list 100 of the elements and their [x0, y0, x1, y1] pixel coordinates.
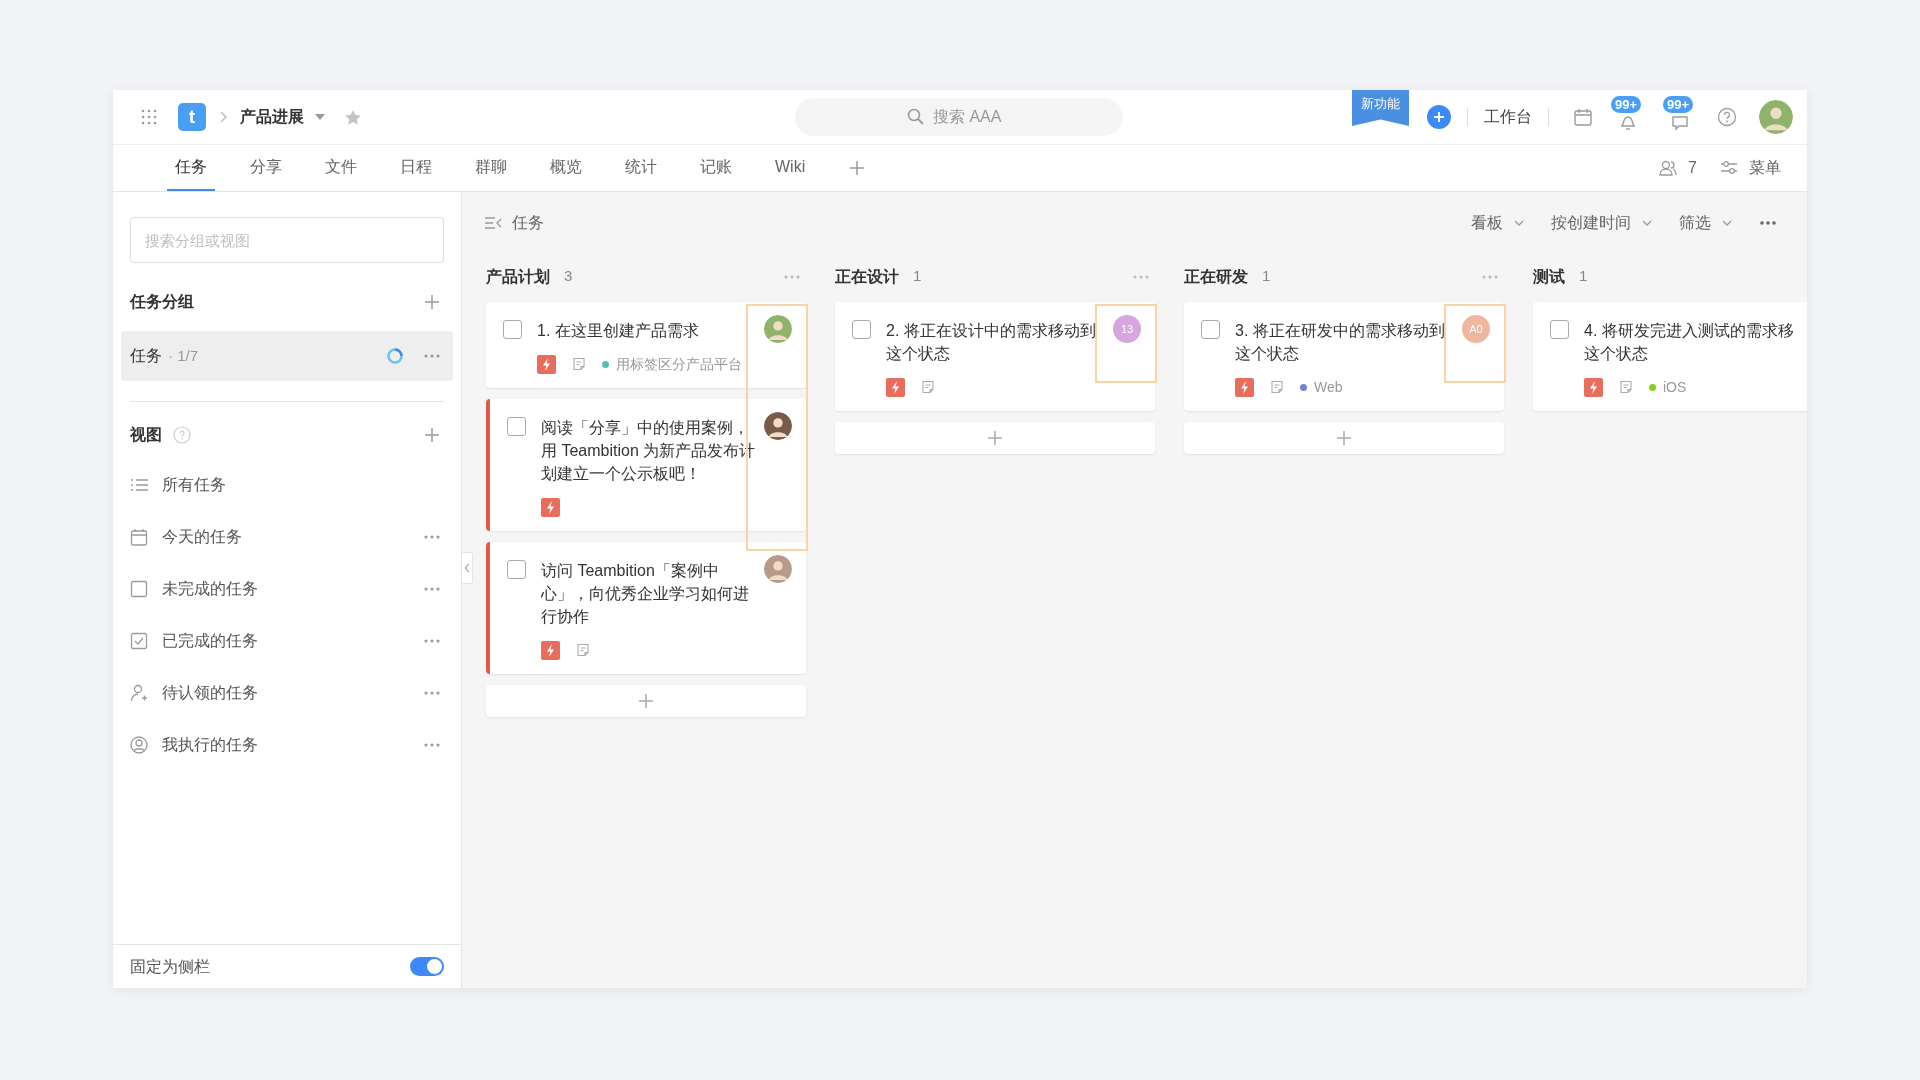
add-icon[interactable] — [423, 426, 441, 444]
dropdown-button[interactable]: 按创建时间 — [1551, 211, 1653, 235]
menu-button[interactable]: 菜单 — [1719, 156, 1781, 180]
project-name[interactable]: 产品进展 — [240, 105, 304, 129]
task-title: 阅读「分享」中的使用案例，用 Teambition 为新产品发布计划建立一个公示板吧！ — [541, 418, 756, 484]
board-title: 任务 — [512, 213, 544, 233]
view-item[interactable]: 我执行的任务 — [162, 733, 258, 757]
tag-label: iOS — [1663, 377, 1687, 397]
checkbox[interactable] — [1550, 320, 1569, 339]
column-count: 1 — [913, 266, 922, 287]
dropdown-button[interactable]: 看板 — [1471, 211, 1525, 235]
collapse-sidebar-icon[interactable] — [484, 214, 502, 232]
workbench-link[interactable]: 工作台 — [1484, 105, 1532, 129]
members-button[interactable]: 7 — [1658, 156, 1697, 180]
note-icon — [921, 380, 935, 394]
column-title: 产品计划 — [486, 266, 550, 287]
column-title: 测试 — [1533, 266, 1565, 287]
search-icon — [907, 108, 925, 126]
group-item[interactable]: 任务 · 1/7 — [121, 331, 453, 381]
task-card[interactable]: 4. 将研发完进入测试的需求移这个状态 iOS — [1533, 302, 1807, 411]
tag-label: 用标签区分产品平台 — [616, 354, 742, 374]
section-title: 视图 — [130, 425, 162, 445]
dropdown-button[interactable]: 筛选 — [1679, 211, 1733, 235]
members-icon — [1658, 158, 1679, 178]
toggle-switch[interactable] — [410, 957, 444, 976]
task-title: 访问 Teambition「案例中心」，向优秀企业学习如何进行协作 — [541, 561, 750, 627]
tab[interactable]: 记账 — [692, 145, 740, 191]
column-count: 1 — [1262, 266, 1271, 287]
progress-ring-icon — [386, 347, 404, 365]
priority-icon — [541, 497, 560, 517]
add-icon — [637, 692, 655, 710]
task-title: 2. 将正在设计中的需求移动到这个状态 — [886, 321, 1097, 364]
task-title: 3. 将正在研发中的需求移动到这个状态 — [1235, 321, 1446, 364]
tab[interactable]: Wiki — [767, 145, 814, 191]
tab[interactable]: 任务 — [167, 145, 215, 191]
star-icon[interactable] — [344, 108, 362, 126]
priority-icon — [537, 354, 556, 374]
task-card[interactable]: 阅读「分享」中的使用案例，用 Teambition 为新产品发布计划建立一个公示板吧！ — [486, 399, 806, 531]
task-card[interactable]: 3. 将正在研发中的需求移动到这个状态 Web A0 — [1184, 302, 1504, 411]
chevron-right-icon — [218, 110, 228, 124]
section-title: 任务分组 — [130, 292, 194, 312]
note-icon — [576, 643, 590, 657]
collapse-handle-icon[interactable] — [461, 552, 473, 584]
priority-icon — [1584, 377, 1603, 397]
priority-icon — [541, 640, 560, 660]
add-icon — [986, 429, 1004, 447]
tab[interactable]: 概览 — [542, 145, 590, 191]
priority-icon — [886, 377, 905, 397]
note-icon — [572, 357, 586, 371]
tab[interactable]: 群聊 — [467, 145, 515, 191]
add-tab-icon[interactable] — [848, 159, 867, 177]
help-icon[interactable] — [1717, 107, 1737, 127]
avatar[interactable] — [1759, 100, 1793, 134]
tab[interactable]: 统计 — [617, 145, 665, 191]
view-item[interactable]: 已完成的任务 — [162, 629, 258, 653]
checkbox[interactable] — [503, 320, 522, 339]
task-card[interactable]: 1. 在这里创建产品需求 用标签区分产品平台 — [486, 302, 806, 388]
add-icon — [1335, 429, 1353, 447]
task-title: 4. 将研发完进入测试的需求移这个状态 — [1584, 321, 1795, 364]
group-name: 任务 — [130, 346, 162, 366]
calendar-icon[interactable] — [1573, 107, 1593, 127]
group-count: · 1/7 — [168, 345, 198, 366]
add-icon[interactable] — [423, 293, 441, 311]
note-icon — [1619, 380, 1633, 394]
checkbox[interactable] — [1201, 320, 1220, 339]
caret-down-icon[interactable] — [314, 112, 326, 122]
tab[interactable]: 文件 — [317, 145, 365, 191]
pin-label: 固定为侧栏 — [130, 956, 210, 977]
view-item[interactable]: 待认领的任务 — [162, 681, 258, 705]
avatar: A0 — [1462, 315, 1490, 343]
help-icon[interactable] — [173, 426, 191, 444]
count-badge: 99+ — [1611, 96, 1642, 113]
checkbox[interactable] — [852, 320, 871, 339]
list-icon — [130, 476, 148, 494]
person-icon — [130, 736, 148, 754]
checkbox[interactable] — [507, 560, 526, 579]
priority-icon — [1235, 377, 1254, 397]
column-count: 1 — [1579, 266, 1588, 287]
search-field[interactable]: 搜索 AAA — [795, 98, 1123, 136]
checkbox[interactable] — [507, 417, 526, 436]
view-item[interactable]: 今天的任务 — [162, 525, 242, 549]
view-item[interactable]: 所有任务 — [162, 473, 226, 497]
checked-box-icon — [130, 632, 148, 650]
avatar: 13 — [1113, 315, 1141, 343]
tag-label: Web — [1314, 377, 1343, 397]
tab[interactable]: 日程 — [392, 145, 440, 191]
task-card[interactable]: 访问 Teambition「案例中心」，向优秀企业学习如何进行协作 — [486, 542, 806, 674]
search-field[interactable]: 搜索分组或视图 — [130, 217, 444, 263]
note-icon — [1270, 380, 1284, 394]
person-add-icon — [130, 684, 148, 702]
apps-icon[interactable] — [140, 108, 158, 126]
count-badge: 99+ — [1663, 96, 1694, 113]
column-count: 3 — [564, 266, 573, 287]
tab[interactable]: 分享 — [242, 145, 290, 191]
task-card[interactable]: 2. 将正在设计中的需求移动到这个状态 13 — [835, 302, 1155, 411]
column-title: 正在设计 — [835, 266, 899, 287]
view-item[interactable]: 未完成的任务 — [162, 577, 258, 601]
calendar-icon — [130, 528, 148, 546]
column-title: 正在研发 — [1184, 266, 1248, 287]
add-icon[interactable] — [1427, 105, 1451, 129]
